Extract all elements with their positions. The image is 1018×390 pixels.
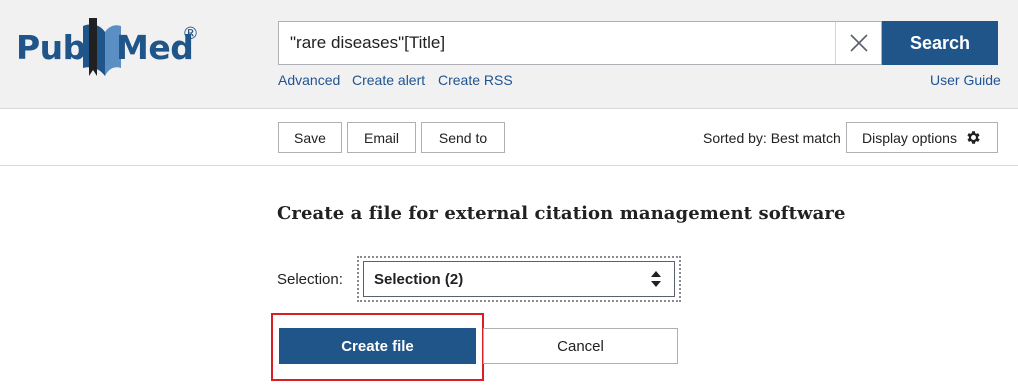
close-icon [849, 34, 868, 52]
site-header: Pub Med ® Search Advanced Create alert C… [0, 0, 1018, 109]
create-alert-link[interactable]: Create alert [352, 72, 425, 88]
create-file-button[interactable]: Create file [279, 328, 476, 364]
user-guide-link[interactable]: User Guide [930, 72, 1001, 88]
search-button[interactable]: Search [882, 21, 998, 65]
save-button[interactable]: Save [278, 122, 342, 153]
sort-status: Sorted by: Best match [703, 130, 841, 146]
clear-search-button[interactable] [835, 22, 881, 64]
selection-label: Selection: [277, 271, 343, 288]
advanced-link[interactable]: Advanced [278, 72, 340, 88]
display-options-label: Display options [862, 129, 957, 146]
sort-arrows-icon [651, 271, 661, 287]
selection-dropdown[interactable]: Selection (2) [363, 261, 675, 297]
search-input[interactable] [279, 22, 837, 64]
send-to-button[interactable]: Send to [421, 122, 505, 153]
email-button[interactable]: Email [347, 122, 416, 153]
gear-icon [967, 131, 980, 144]
registered-mark: ® [182, 24, 199, 44]
results-toolbar: Save Email Send to Sorted by: Best match… [0, 109, 1018, 166]
search-box [278, 21, 882, 65]
selection-focus-ring: Selection (2) [357, 256, 681, 302]
create-rss-link[interactable]: Create RSS [438, 72, 513, 88]
display-options-button[interactable]: Display options [846, 122, 998, 153]
citation-panel-title: Create a file for external citation mana… [277, 203, 846, 224]
selection-value: Selection (2) [374, 270, 464, 288]
pubmed-logo[interactable]: Pub Med ® [16, 18, 201, 80]
cancel-button[interactable]: Cancel [483, 328, 678, 364]
logo-text-pub: Pub [16, 28, 86, 67]
